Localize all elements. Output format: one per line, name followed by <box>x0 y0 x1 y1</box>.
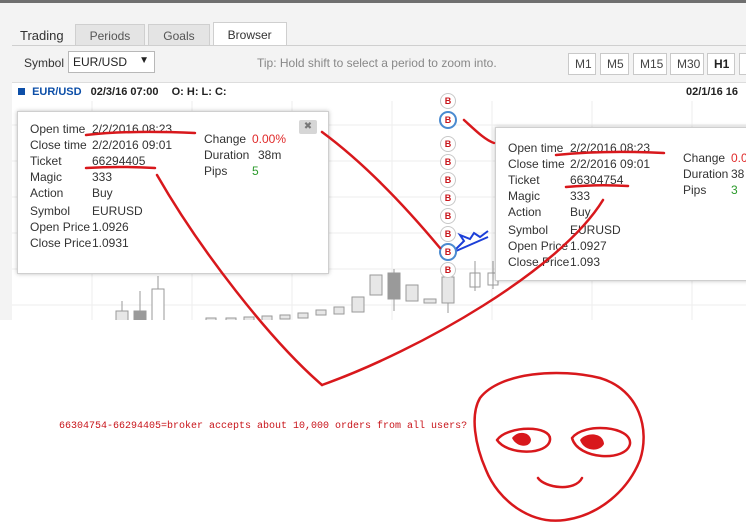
close-price-value: 1.093 <box>570 255 601 269</box>
tab-goals[interactable]: Goals <box>148 24 210 46</box>
change-value: 0.0 <box>731 151 746 165</box>
annotation-note: 66304754-66294405=broker accepts about 1… <box>59 421 468 432</box>
chart-symbol: EUR/USD <box>32 86 82 98</box>
close-time-value: 2/2/2016 09:01 <box>92 138 173 152</box>
action-label: Action <box>30 186 64 200</box>
duration-value: 38m <box>258 148 282 162</box>
chart-header: EUR/USD 02/3/16 07:00 O: H: L: C: 02/1/1… <box>12 83 746 101</box>
trade-marker-buy[interactable]: B <box>440 262 456 278</box>
tab-browser[interactable]: Browser <box>212 22 287 46</box>
action-value: Buy <box>92 186 113 200</box>
close-price-label: Close Price <box>30 236 92 250</box>
tab-trading[interactable]: Trading <box>12 24 72 46</box>
change-value: 0.00% <box>252 132 287 146</box>
ticket-label: Ticket <box>30 154 62 168</box>
pips-value: 3 <box>731 183 738 197</box>
chart-datetime: 02/3/16 07:00 <box>90 86 159 98</box>
symbol-select[interactable]: EUR/USD ▼ <box>68 51 155 73</box>
timeframe-m5-button[interactable]: M5 <box>600 53 629 75</box>
symbol-field-value: EURUSD <box>92 204 143 218</box>
timeframe-more-button[interactable] <box>739 53 746 75</box>
close-icon[interactable]: ✖ <box>299 120 317 134</box>
close-price-label: Close Price <box>508 255 570 269</box>
magic-label: Magic <box>508 189 541 203</box>
tab-periods[interactable]: Periods <box>74 24 146 46</box>
timeframe-m1-button[interactable]: M1 <box>568 53 596 75</box>
trade-marker-buy[interactable]: B <box>440 190 456 206</box>
trade-popup-right: Open time 2/2/2016 08:23 Close time 2/2/… <box>495 127 746 281</box>
action-value: Buy <box>570 205 591 219</box>
trade-popup-left: Open time 2/2/2016 08:23 Close time 2/2/… <box>17 111 329 274</box>
chevron-down-icon: ▼ <box>139 55 149 66</box>
chart-right-date: 02/1/16 16 <box>686 86 738 98</box>
open-price-value: 1.0927 <box>570 239 607 253</box>
tab-bar: Trading Periods Goals Browser <box>12 20 290 46</box>
open-time-label: Open time <box>508 141 564 155</box>
ticket-value: 66304754 <box>570 173 624 187</box>
pips-label: Pips <box>683 183 707 197</box>
duration-value: 38 <box>731 167 745 181</box>
ticket-label: Ticket <box>508 173 540 187</box>
doodle-right-eye <box>570 426 632 458</box>
chart-toolbar: Symbol EUR/USD ▼ Tip: Hold shift to sele… <box>12 49 746 79</box>
doodle-face-outline <box>473 371 645 522</box>
tab-divider <box>12 45 746 46</box>
timeframe-m15-button[interactable]: M15 <box>633 53 667 75</box>
close-price-value: 1.0931 <box>92 236 129 250</box>
open-time-value: 2/2/2016 08:23 <box>570 141 651 155</box>
doodle-left-pupil <box>512 432 531 446</box>
trade-marker-buy[interactable]: B <box>440 208 456 224</box>
action-label: Action <box>508 205 542 219</box>
magic-value: 333 <box>92 170 113 184</box>
trade-marker-buy[interactable]: B <box>439 111 457 129</box>
doodle-left-eye <box>495 427 552 453</box>
trade-marker-buy[interactable]: B <box>439 243 457 261</box>
change-label: Change <box>683 151 726 165</box>
duration-label: Duration <box>683 167 729 181</box>
symbol-field-label: Symbol <box>30 204 71 218</box>
trade-marker-buy[interactable]: B <box>440 93 456 109</box>
close-time-label: Close time <box>508 157 565 171</box>
open-price-label: Open Price <box>30 220 91 234</box>
change-label: Change <box>204 132 247 146</box>
open-price-value: 1.0926 <box>92 220 129 234</box>
magic-label: Magic <box>30 170 63 184</box>
symbol-field-value: EURUSD <box>570 223 621 237</box>
series-color-swatch <box>18 88 25 95</box>
close-time-value: 2/2/2016 09:01 <box>570 157 651 171</box>
trade-marker-buy[interactable]: B <box>440 154 456 170</box>
symbol-field-label: Symbol <box>508 223 549 237</box>
trade-marker-buy[interactable]: B <box>440 172 456 188</box>
chart-ohlc: O: H: L: C: <box>171 86 227 98</box>
symbol-label: Symbol <box>24 56 65 70</box>
zoom-tip: Tip: Hold shift to select a period to zo… <box>257 56 497 70</box>
timeframe-h1-button[interactable]: H1 <box>707 53 735 75</box>
magic-value: 333 <box>570 189 591 203</box>
doodle-right-pupil <box>580 434 604 450</box>
open-time-value: 2/2/2016 08:23 <box>92 122 173 136</box>
trade-marker-buy[interactable]: B <box>440 226 456 242</box>
duration-label: Duration <box>204 148 250 162</box>
close-time-label: Close time <box>30 138 87 152</box>
pips-label: Pips <box>204 164 228 178</box>
ticket-value: 66294405 <box>92 154 146 168</box>
trade-marker-buy[interactable]: B <box>440 136 456 152</box>
doodle-mouth <box>536 476 584 489</box>
open-price-label: Open Price <box>508 239 569 253</box>
pips-value: 5 <box>252 164 259 178</box>
open-time-label: Open time <box>30 122 86 136</box>
timeframe-m30-button[interactable]: M30 <box>670 53 704 75</box>
symbol-select-value: EUR/USD <box>73 55 128 69</box>
